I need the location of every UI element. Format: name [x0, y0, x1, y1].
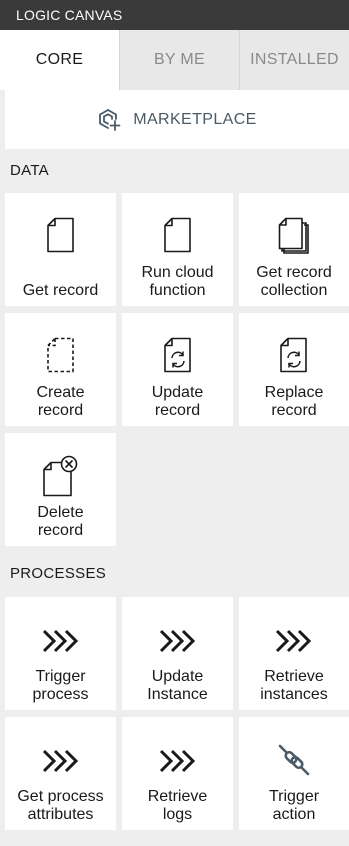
card-label: Retrieve logs	[147, 788, 208, 823]
tab-core[interactable]: CORE	[0, 30, 119, 90]
link-icon	[278, 744, 310, 776]
card-label: Replace record	[264, 384, 324, 419]
card-get-record[interactable]: Get record	[5, 193, 116, 306]
card-label: Create record	[36, 384, 85, 419]
card-run-cloud-function[interactable]: Run cloud function	[122, 193, 233, 306]
card-label: Get process attributes	[17, 788, 104, 823]
chevrons-icon	[42, 749, 78, 773]
card-label: Run cloud function	[141, 264, 214, 299]
chevrons-icon	[42, 629, 78, 653]
card-get-record-collection[interactable]: Get record collection	[239, 193, 349, 306]
dashed-document-icon	[46, 337, 74, 373]
section-title-data: DATA	[10, 162, 49, 179]
card-update-record[interactable]: Update record	[122, 313, 233, 426]
section-title-processes: PROCESSES	[10, 565, 107, 582]
card-delete-record[interactable]: Delete record	[5, 433, 116, 546]
chevrons-icon	[275, 629, 312, 653]
chevrons-icon	[159, 629, 195, 653]
card-get-process-attributes[interactable]: Get process attributes	[5, 717, 116, 830]
card-update-instance[interactable]: Update Instance	[122, 597, 233, 710]
card-label: Trigger process	[32, 668, 89, 703]
document-icon	[163, 217, 191, 253]
document-icon	[46, 217, 74, 253]
document-stack-icon	[278, 217, 309, 254]
card-trigger-process[interactable]: Trigger process	[5, 597, 116, 710]
card-label: Trigger action	[268, 788, 320, 823]
document-refresh-icon	[163, 337, 191, 373]
document-refresh-icon	[280, 337, 307, 373]
marketplace-button[interactable]: MARKETPLACE	[5, 90, 349, 149]
card-label: Retrieve instances	[260, 668, 328, 703]
marketplace-label: MARKETPLACE	[133, 110, 257, 128]
document-delete-icon	[42, 455, 77, 497]
card-label: Get record	[22, 282, 99, 299]
marketplace-icon	[99, 108, 121, 131]
card-label: Delete record	[37, 504, 84, 539]
card-label: Update record	[151, 384, 204, 419]
chevrons-icon	[159, 749, 195, 773]
card-retrieve-logs[interactable]: Retrieve logs	[122, 717, 233, 830]
card-label: Get record collection	[256, 264, 332, 299]
tab-by-me[interactable]: BY ME	[119, 30, 239, 90]
window-title: LOGIC CANVAS	[0, 0, 349, 30]
card-create-record[interactable]: Create record	[5, 313, 116, 426]
card-label: Update Instance	[147, 668, 208, 703]
card-replace-record[interactable]: Replace record	[239, 313, 349, 426]
card-retrieve-instances[interactable]: Retrieve instances	[239, 597, 349, 710]
card-trigger-action[interactable]: Trigger action	[239, 717, 349, 830]
tab-installed[interactable]: INSTALLED	[239, 30, 349, 90]
tab-bar: CORE BY ME INSTALLED	[0, 30, 349, 90]
